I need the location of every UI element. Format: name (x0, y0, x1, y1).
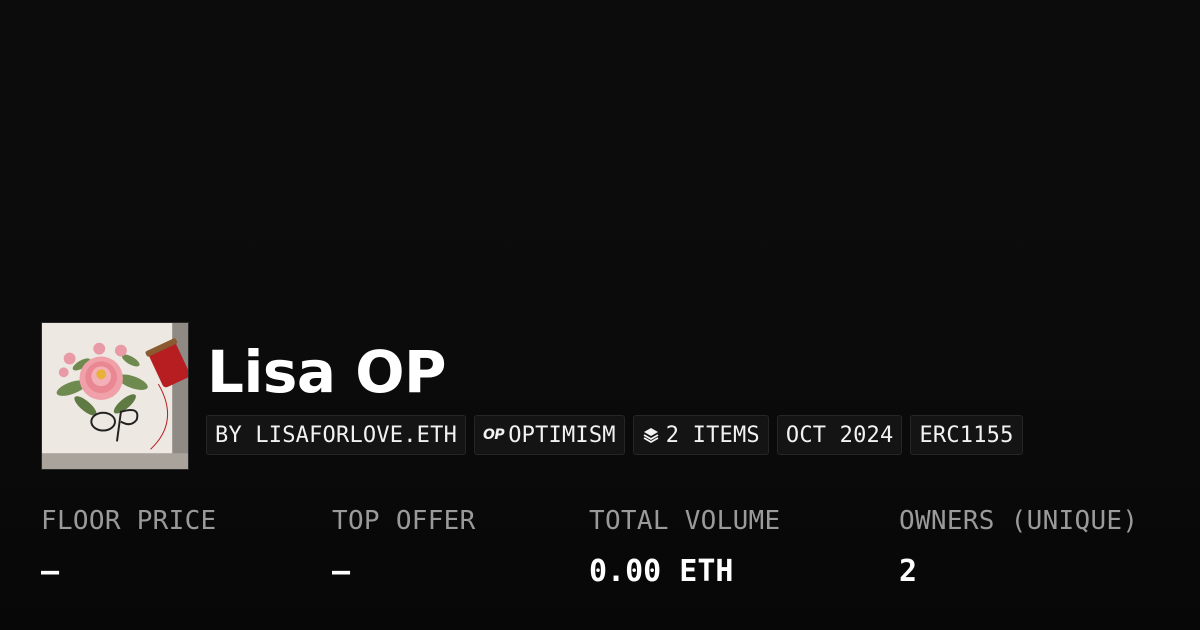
top-offer-stat: TOP OFFER – (332, 505, 476, 589)
chain-chip[interactable]: OP OPTIMISM (474, 415, 625, 455)
creator-chip[interactable]: BY LISAFORLOVE.ETH (206, 415, 467, 455)
layers-icon (642, 426, 660, 444)
standard-chip: ERC1155 (910, 415, 1023, 455)
items-label: 2 ITEMS (665, 422, 760, 448)
optimism-logo-icon: OP (483, 427, 505, 443)
collection-avatar (41, 322, 189, 470)
standard-label: ERC1155 (919, 422, 1014, 448)
top-offer-value: – (332, 554, 351, 589)
owners-label: OWNERS (UNIQUE) (899, 506, 1139, 536)
owners-stat: OWNERS (UNIQUE) 2 (899, 505, 1138, 589)
total-volume-stat: TOTAL VOLUME 0.00 ETH (589, 505, 780, 589)
date-chip: OCT 2024 (776, 415, 903, 455)
floor-price-label: FLOOR PRICE (41, 506, 217, 536)
total-volume-value: 0.00 ETH (589, 554, 734, 589)
top-offer-label: TOP OFFER (332, 506, 476, 536)
date-label: OCT 2024 (785, 422, 894, 448)
chain-label: OPTIMISM (508, 422, 616, 448)
collection-meta-chips: BY LISAFORLOVE.ETH OP OPTIMISM 2 ITEMS O… (206, 415, 1023, 455)
collection-stats: FLOOR PRICE – TOP OFFER – TOTAL VOLUME 0… (0, 505, 1200, 605)
creator-label: BY LISAFORLOVE.ETH (215, 422, 458, 448)
collection-title: Lisa OP (207, 338, 447, 406)
owners-value: 2 (899, 554, 918, 589)
floor-price-stat: FLOOR PRICE – (41, 505, 217, 589)
embroidered-rose-op-image (42, 323, 188, 469)
items-chip[interactable]: 2 ITEMS (632, 415, 769, 455)
floor-price-value: – (41, 554, 60, 589)
total-volume-label: TOTAL VOLUME (589, 506, 781, 536)
